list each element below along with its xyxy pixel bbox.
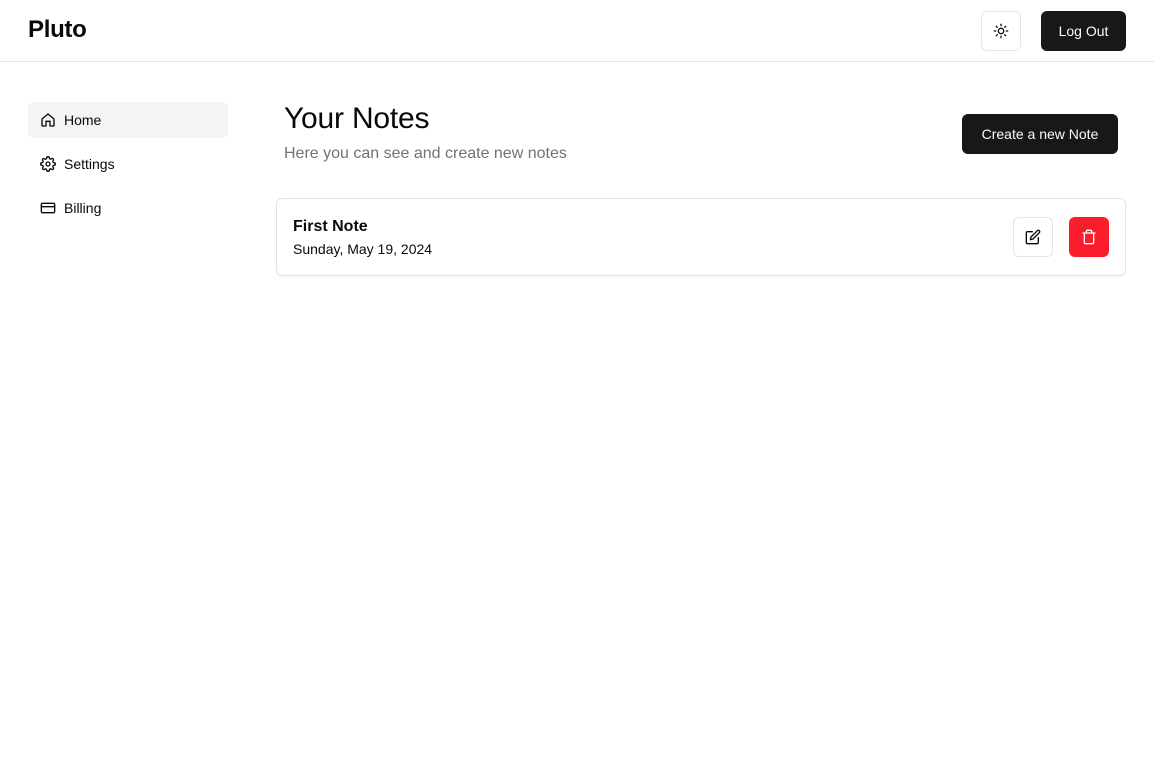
brand-logo[interactable]: Pluto <box>28 16 87 44</box>
sun-icon <box>993 23 1009 39</box>
edit-icon <box>1025 229 1041 245</box>
edit-note-button[interactable] <box>1013 217 1053 257</box>
theme-toggle-button[interactable] <box>981 11 1021 51</box>
sidebar-item-label: Home <box>64 112 102 128</box>
sidebar-item-billing[interactable]: Billing <box>28 190 228 226</box>
create-note-button[interactable]: Create a new Note <box>962 114 1118 154</box>
sidebar-item-settings[interactable]: Settings <box>28 146 228 182</box>
sidebar-nav: Home Settings Billing <box>28 102 228 234</box>
top-bar: Pluto Log Out <box>0 0 1154 62</box>
sidebar-item-label: Settings <box>64 156 115 172</box>
delete-note-button[interactable] <box>1069 217 1109 257</box>
sidebar-item-label: Billing <box>64 200 102 216</box>
note-card[interactable]: First Note Sunday, May 19, 2024 <box>276 198 1126 276</box>
page-subtitle: Here you can see and create new notes <box>284 145 567 162</box>
page-title: Your Notes <box>284 102 430 135</box>
sidebar-item-home[interactable]: Home <box>28 102 228 138</box>
trash-icon <box>1081 229 1097 245</box>
logout-button[interactable]: Log Out <box>1041 11 1126 51</box>
note-title: First Note <box>293 218 368 235</box>
credit-card-icon <box>40 200 56 216</box>
home-icon <box>40 112 56 128</box>
gear-icon <box>40 156 56 172</box>
note-date: Sunday, May 19, 2024 <box>293 241 433 257</box>
